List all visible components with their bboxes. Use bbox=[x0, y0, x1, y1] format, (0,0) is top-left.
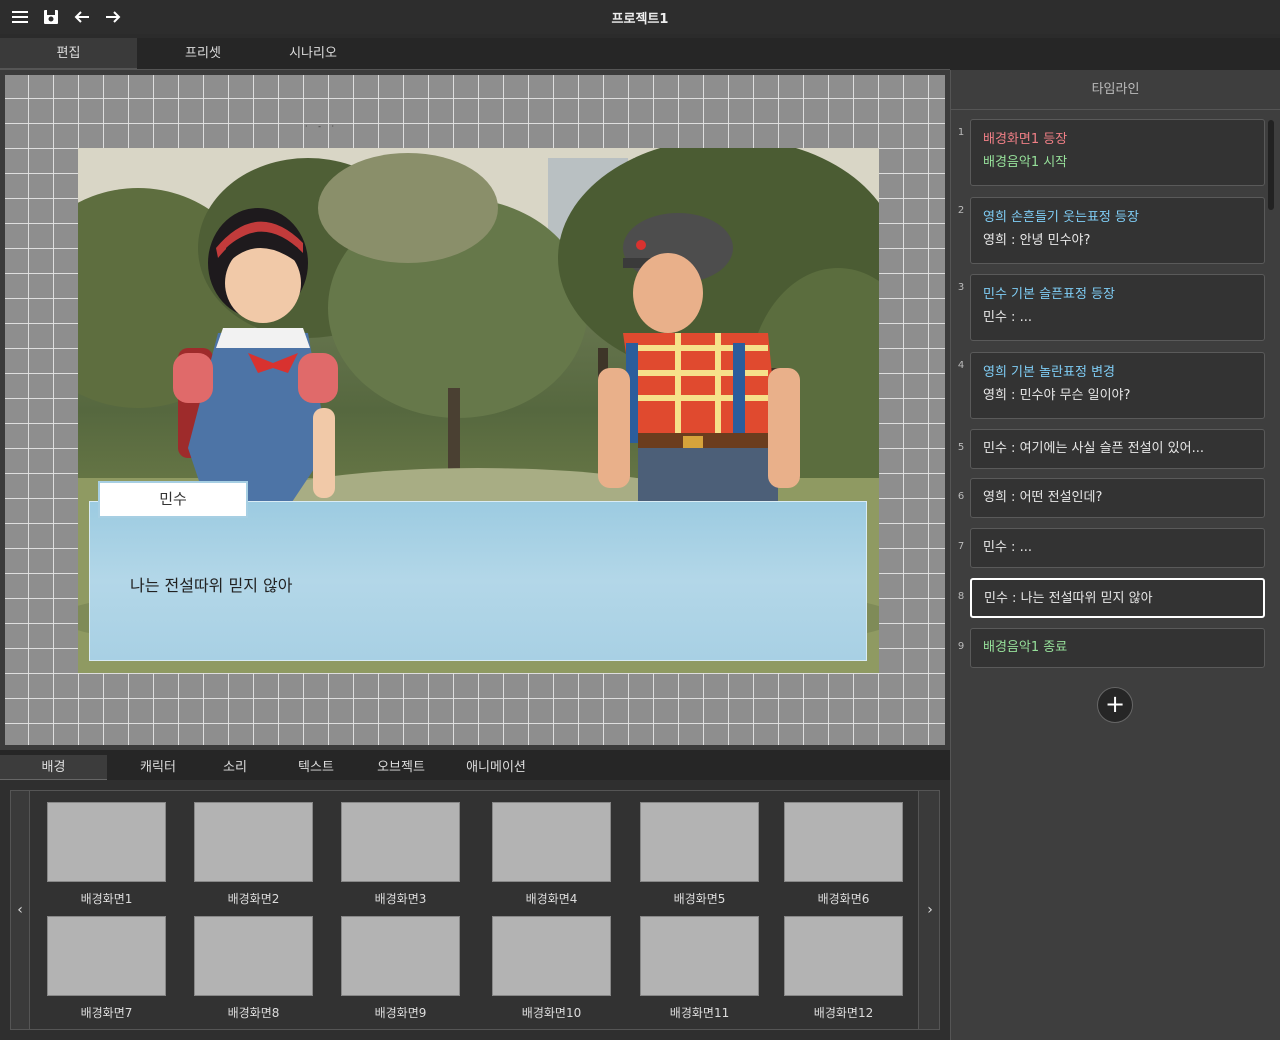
timeline-entry[interactable]: 영희 기본 놀란표정 변경영희 : 민수야 무슨 일이야? bbox=[970, 352, 1265, 419]
thumbnail-label: 배경화면9 bbox=[374, 1006, 427, 1020]
asset-thumbnail[interactable]: 배경화면10 bbox=[492, 916, 611, 1021]
thumbnail-label: 배경화면11 bbox=[669, 1006, 730, 1020]
thumbnail-image bbox=[194, 916, 313, 996]
asset-thumbnail[interactable]: 배경화면1 bbox=[47, 802, 166, 907]
timeline-entry[interactable]: 배경화면1 등장배경음악1 시작 bbox=[970, 119, 1265, 186]
timeline-entry-number: 7 bbox=[957, 541, 965, 552]
thumbnail-label: 배경화면4 bbox=[525, 892, 578, 906]
add-entry-button[interactable]: + bbox=[1097, 687, 1133, 723]
timeline-entry-text: 민수 기본 슬픈표정 등장 bbox=[983, 287, 1115, 302]
timeline-entry-number: 2 bbox=[957, 205, 965, 216]
asset-thumbnail[interactable]: 배경화면3 bbox=[341, 802, 460, 907]
timeline-entry-number: 9 bbox=[957, 641, 965, 652]
thumbnail-label: 배경화면3 bbox=[374, 892, 427, 906]
timeline-entry-text: 배경음악1 종료 bbox=[983, 640, 1068, 655]
timeline-entry-text: 배경화면1 등장 bbox=[983, 132, 1068, 147]
timeline-entry-text: 영희 기본 놀란표정 변경 bbox=[983, 365, 1115, 380]
thumbnail-label: 배경화면12 bbox=[813, 1006, 874, 1020]
timeline-entry-text: 민수 : ... bbox=[983, 540, 1032, 555]
asset-thumbnail[interactable]: 배경화면8 bbox=[194, 916, 313, 1021]
timeline-entry[interactable]: 민수 : 여기에는 사실 슬픈 전설이 있어... bbox=[970, 429, 1265, 469]
asset-thumbnail[interactable]: 배경화면11 bbox=[640, 916, 759, 1021]
timeline-entry[interactable]: 민수 : ... bbox=[970, 528, 1265, 568]
timeline-entry-text: 민수 : ... bbox=[983, 310, 1032, 325]
timeline-entry-text: 영희 : 어떤 전설인데? bbox=[983, 490, 1103, 505]
tab-text[interactable]: 텍스트 bbox=[290, 755, 342, 780]
thumbnail-label: 배경화면10 bbox=[521, 1006, 582, 1020]
timeline-entry[interactable]: 민수 기본 슬픈표정 등장민수 : ... bbox=[970, 274, 1265, 341]
top-bar: 프로젝트1 bbox=[0, 0, 1280, 34]
thumbnail-image bbox=[784, 916, 903, 996]
thumbnail-image bbox=[341, 802, 460, 882]
asset-thumbnail[interactable]: 배경화면2 bbox=[194, 802, 313, 907]
timeline-entry-text: 영희 손흔들기 웃는표정 등장 bbox=[983, 210, 1139, 225]
thumbnail-label: 배경화면2 bbox=[227, 892, 280, 906]
timeline-entry-text: 배경음악1 시작 bbox=[983, 155, 1068, 170]
next-page-button[interactable]: › bbox=[922, 902, 938, 922]
timeline-entry-number: 1 bbox=[957, 127, 965, 138]
asset-thumbnail[interactable]: 배경화면4 bbox=[492, 802, 611, 907]
asset-thumbnail[interactable]: 배경화면5 bbox=[640, 802, 759, 907]
thumbnail-image bbox=[640, 916, 759, 996]
thumbnail-label: 배경화면6 bbox=[817, 892, 870, 906]
timeline-entry-number: 4 bbox=[957, 360, 965, 371]
timeline-header: 타임라인 bbox=[950, 70, 1280, 110]
timeline-entry-text: 영희 : 민수야 무슨 일이야? bbox=[983, 388, 1131, 403]
thumbnail-image bbox=[492, 802, 611, 882]
timeline-scrollbar[interactable] bbox=[1268, 120, 1274, 210]
timeline-entry-number: 3 bbox=[957, 282, 965, 293]
timeline-entry[interactable]: 배경음악1 종료 bbox=[970, 628, 1265, 668]
thumbnail-label: 배경화면5 bbox=[673, 892, 726, 906]
timeline-entry-text: 민수 : 나는 전설따위 믿지 않아 bbox=[984, 591, 1153, 606]
tab-character[interactable]: 캐릭터 bbox=[130, 755, 186, 780]
timeline-entry-text: 영희 : 안녕 민수야? bbox=[983, 233, 1091, 248]
timeline-entry[interactable]: 영희 : 어떤 전설인데? bbox=[970, 478, 1265, 518]
timeline-entry-number: 5 bbox=[957, 442, 965, 453]
thumbnail-image bbox=[47, 802, 166, 882]
dialogue-text: 나는 전설따위 믿지 않아 bbox=[130, 576, 293, 595]
prev-page-button[interactable]: ‹ bbox=[12, 902, 28, 922]
mode-tabs: 편집 프리셋 시나리오 bbox=[0, 38, 1280, 70]
speaker-name-box[interactable]: 민수 bbox=[98, 481, 248, 518]
timeline-entry[interactable]: 민수 : 나는 전설따위 믿지 않아 bbox=[970, 578, 1265, 618]
thumbnail-image bbox=[492, 916, 611, 996]
tab-sound[interactable]: 소리 bbox=[212, 755, 258, 780]
tab-edit[interactable]: 편집 bbox=[0, 38, 137, 69]
thumbnail-label: 배경화면7 bbox=[80, 1006, 133, 1020]
asset-thumbnail[interactable]: 배경화면9 bbox=[341, 916, 460, 1021]
thumbnail-label: 배경화면8 bbox=[227, 1006, 280, 1020]
thumbnail-label: 배경화면1 bbox=[80, 892, 133, 906]
tab-animation[interactable]: 애니메이션 bbox=[458, 755, 534, 780]
asset-thumbnail[interactable]: 배경화면6 bbox=[784, 802, 903, 907]
thumbnail-image bbox=[47, 916, 166, 996]
thumbnail-image bbox=[194, 802, 313, 882]
tab-background[interactable]: 배경 bbox=[0, 755, 107, 780]
timeline-entry-number: 8 bbox=[957, 591, 965, 602]
asset-thumbnail[interactable]: 배경화면7 bbox=[47, 916, 166, 1021]
tab-object[interactable]: 오브젝트 bbox=[368, 755, 434, 780]
tab-preset[interactable]: 프리셋 bbox=[160, 38, 246, 69]
timeline-entry-text: 민수 : 여기에는 사실 슬픈 전설이 있어... bbox=[983, 441, 1204, 456]
asset-tabs: 배경 캐릭터 소리 텍스트 오브젝트 애니메이션 bbox=[0, 750, 950, 780]
tab-scenario[interactable]: 시나리오 bbox=[270, 38, 356, 69]
timeline-entry[interactable]: 영희 손흔들기 웃는표정 등장영희 : 안녕 민수야? bbox=[970, 197, 1265, 264]
thumbnail-image bbox=[784, 802, 903, 882]
asset-thumbnail[interactable]: 배경화면12 bbox=[784, 916, 903, 1021]
canvas-marks: · - · bbox=[305, 122, 339, 131]
project-title: 프로젝트1 bbox=[611, 12, 669, 27]
timeline-entry-number: 6 bbox=[957, 491, 965, 502]
thumbnail-image bbox=[640, 802, 759, 882]
thumbnail-image bbox=[341, 916, 460, 996]
